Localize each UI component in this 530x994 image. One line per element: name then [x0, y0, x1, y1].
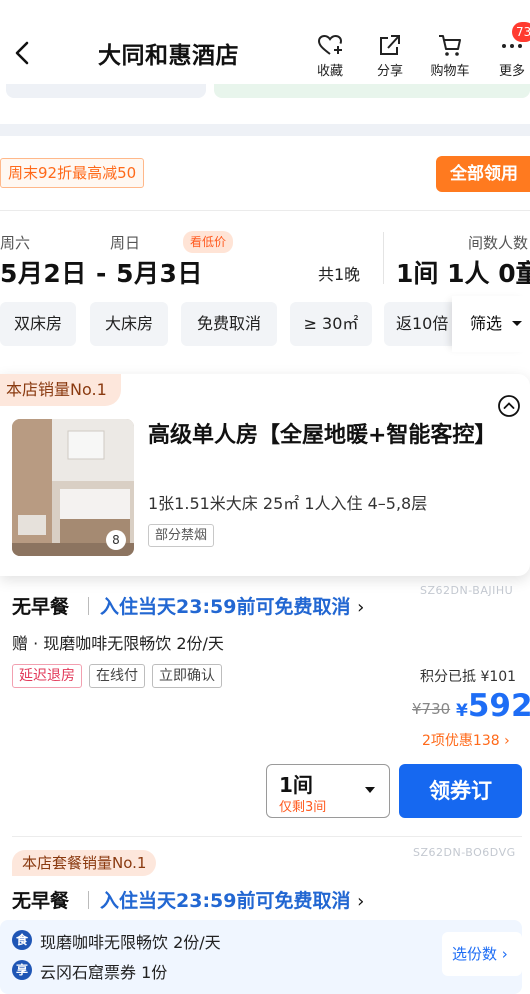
peek-card-right: [214, 84, 530, 98]
food-icon: 食: [12, 930, 32, 950]
filter-button[interactable]: 筛选: [452, 296, 530, 352]
filter-chip-king[interactable]: 大床房: [90, 302, 168, 346]
photo-count: 8: [106, 530, 126, 550]
filter-label: 筛选: [470, 314, 503, 333]
chevron-right-icon: ›: [504, 733, 510, 749]
cancel-policy[interactable]: 入住当天23:59前可免费取消 ›: [100, 886, 364, 913]
cart-label: 购物车: [430, 64, 470, 79]
divider: [0, 210, 530, 211]
sales-rank-tag: 本店销量No.1: [0, 374, 121, 406]
caret-down-icon: [512, 321, 523, 326]
back-button[interactable]: [6, 36, 40, 70]
cancel-policy-text: 入住当天23:59前可免费取消: [100, 890, 351, 912]
filter-chip-free-cancel[interactable]: 免费取消: [181, 302, 277, 346]
plan-code: SZ62DN-BAJIHU: [420, 584, 514, 597]
heart-plus-icon: [317, 34, 343, 55]
current-price: ¥592: [456, 688, 530, 724]
section-separator: [0, 124, 530, 136]
filter-chip-area[interactable]: ≥ 30㎡: [290, 302, 372, 346]
favorite-label: 收藏: [316, 64, 343, 79]
meal-label: 无早餐: [12, 890, 70, 912]
meal-label: 无早餐: [12, 596, 70, 618]
top-nav-bar: 大同和惠酒店 收藏 分享 购物车 更多 73: [0, 0, 530, 100]
chevron-left-icon: [15, 41, 29, 65]
plan-code: SZ62DN-BO6DVG: [413, 846, 516, 859]
collapse-button[interactable]: [497, 394, 521, 418]
notification-badge: 73: [512, 22, 530, 42]
cart-icon: [439, 35, 461, 56]
hotel-name: 大同和惠酒店: [98, 43, 239, 69]
chevron-right-icon: ›: [357, 891, 365, 912]
quantity-value: 1间: [279, 773, 313, 797]
remaining-rooms: 仅剩3间: [279, 800, 327, 815]
nights-count: 共1晚: [318, 265, 361, 284]
vertical-divider: [383, 232, 384, 284]
chevron-up-circle-icon: [498, 395, 520, 417]
favorite-button[interactable]: 收藏: [304, 32, 356, 79]
gift-line: 赠 · 现磨咖啡无限畅饮 2份/天: [12, 634, 224, 653]
quantity-dropdown[interactable]: 1间 仅剩3间: [266, 764, 390, 818]
guests-selector[interactable]: 1间 1人 0童: [396, 254, 530, 290]
discount-text: 2项优惠138: [422, 733, 500, 749]
original-price: ¥730: [412, 700, 451, 718]
top-cards-peek: [0, 84, 530, 100]
guests-label: 间数人数: [468, 234, 529, 252]
pipe-divider: [88, 891, 89, 909]
room-title[interactable]: 高级单人房【全屋地暖+智能客控】: [148, 420, 498, 452]
claim-all-button[interactable]: 全部领用: [436, 156, 530, 192]
discount-detail[interactable]: 2项优惠138 ›: [422, 730, 510, 750]
smoking-tag: 部分禁烟: [148, 524, 215, 547]
room-spec: 1张1.51米大床 25㎡ 1人入住 4–5,8层: [148, 494, 428, 513]
book-with-coupon-button[interactable]: 领券订: [399, 764, 522, 818]
points-deduction: 积分已抵 ¥101: [420, 669, 517, 685]
filter-chip-twin[interactable]: 双床房: [0, 302, 76, 346]
select-quantity-label: 选份数: [452, 945, 498, 963]
tag-late-checkout: 延迟退房: [12, 664, 82, 688]
low-price-tag[interactable]: 看低价: [183, 231, 234, 253]
share-label: 分享: [376, 64, 403, 79]
package-item: 云冈石窟票券 1份: [40, 963, 168, 982]
price-value: 592: [467, 688, 530, 724]
select-quantity-button[interactable]: 选份数 ›: [442, 932, 522, 976]
tag-pay-online: 在线付: [89, 664, 145, 688]
pipe-divider: [88, 597, 89, 615]
caret-down-icon: [365, 787, 375, 793]
share-icon: [380, 35, 400, 55]
currency-symbol: ¥: [456, 701, 468, 721]
cancel-policy-text: 入住当天23:59前可免费取消: [100, 596, 351, 618]
date-range[interactable]: 5月2日 - 5月3日: [0, 254, 203, 290]
plan-divider: [12, 836, 522, 837]
chevron-right-icon: ›: [501, 945, 508, 963]
cart-button[interactable]: 购物车: [424, 32, 476, 79]
peek-card-left: [6, 84, 206, 98]
package-item: 现磨咖啡无限畅饮 2份/天: [40, 933, 221, 952]
coupon-promo-tag[interactable]: 周末92折最高减50: [0, 158, 145, 188]
hotel-detail-page: 大同和惠酒店 收藏 分享 购物车 更多 73 周末92折最高减50 全部领用 周…: [0, 0, 530, 994]
more-label: 更多: [498, 64, 525, 79]
share-button[interactable]: 分享: [364, 32, 416, 79]
tag-instant-confirm: 立即确认: [152, 664, 222, 688]
chevron-right-icon: ›: [357, 597, 365, 618]
perk-icon: 享: [12, 960, 32, 980]
checkin-weekday: 周六: [0, 234, 31, 252]
cancel-policy[interactable]: 入住当天23:59前可免费取消 ›: [100, 592, 364, 619]
package-sales-tag: 本店套餐销量No.1: [12, 850, 157, 876]
checkout-weekday: 周日: [110, 234, 141, 252]
